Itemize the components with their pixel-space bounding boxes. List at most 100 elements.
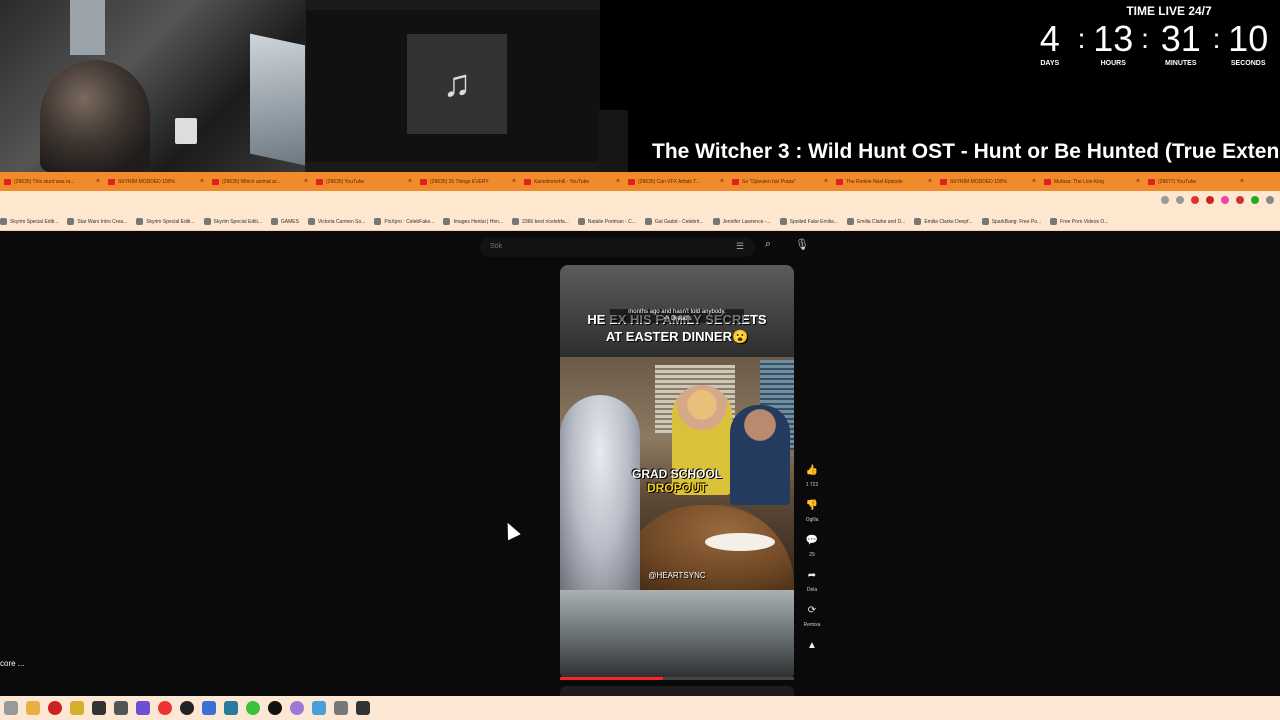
extension-icon[interactable] — [1221, 196, 1229, 204]
comment-icon[interactable]: 💬 — [804, 533, 820, 549]
browser-tab[interactable]: Mufasa: The Lion King × — [1040, 172, 1144, 191]
app-icon[interactable] — [290, 701, 304, 715]
bookmark-item[interactable]: Gal Gadot - Celebrit... — [644, 218, 704, 225]
app-icon[interactable] — [26, 701, 40, 715]
bookmark-item[interactable]: Free Porn Videos O... — [1050, 218, 1108, 225]
extension-icon[interactable] — [1161, 196, 1169, 204]
settings-icon[interactable] — [334, 701, 348, 715]
bookmark-label: Emilia Clarke and D... — [856, 218, 906, 225]
app-icon[interactable] — [180, 701, 194, 715]
action-label: Ogilla — [805, 517, 819, 523]
tab-close-icon[interactable]: × — [512, 178, 516, 185]
browser-tab[interactable]: (29635) Can VFX Artists T... × — [624, 172, 728, 191]
tab-close-icon[interactable]: × — [304, 178, 308, 185]
thumbs-down-icon[interactable]: 👎 — [804, 498, 820, 514]
browser-tab[interactable]: Se "Djävulen bär Prada" × — [728, 172, 832, 191]
browser-tab[interactable]: (29635) 25 Things EVERY × — [416, 172, 520, 191]
app-icon[interactable] — [136, 701, 150, 715]
bookmark-item[interactable]: Victoria Carmen So... — [307, 218, 365, 225]
folder-icon[interactable] — [70, 701, 84, 715]
action-thumbs-down[interactable]: 👎 Ogilla — [800, 498, 824, 523]
action-share[interactable]: ➦ Dela — [800, 568, 824, 593]
search-icon[interactable]: ⌕ — [758, 238, 778, 256]
app-icon[interactable] — [312, 701, 326, 715]
bookmark-item[interactable]: Emilia Clarke Deepf... — [914, 218, 973, 225]
bookmark-favicon-icon — [136, 218, 144, 225]
bookmark-item[interactable]: Images Hentai | Hen... — [443, 218, 503, 225]
tab-close-icon[interactable]: × — [1240, 178, 1244, 185]
star-icon[interactable] — [1176, 196, 1184, 204]
start-icon[interactable] — [4, 701, 18, 715]
app-icon[interactable] — [224, 701, 238, 715]
timer-hours-label: HOURS — [1100, 60, 1126, 67]
bookmark-item[interactable]: Natalie Portman - C... — [577, 218, 636, 225]
bookmark-item[interactable]: GAMES — [270, 218, 299, 225]
browser-tab[interactable]: (29677) YouTube × — [1144, 172, 1248, 191]
app-icon[interactable] — [202, 701, 216, 715]
bookmark-item[interactable]: Skyrim Special Editi... — [136, 218, 195, 225]
download-icon[interactable] — [1251, 196, 1259, 204]
app-icon[interactable] — [92, 701, 106, 715]
menu-icon[interactable] — [1266, 196, 1274, 204]
bookmark-favicon-icon — [270, 218, 278, 225]
timer-minutes: 31 MINUTES — [1151, 20, 1211, 68]
tab-close-icon[interactable]: × — [408, 178, 412, 185]
browser-tab[interactable]: SKYRIM MODDED 100% × — [104, 172, 208, 191]
tab-close-icon[interactable]: × — [1136, 178, 1140, 185]
bookmark-item[interactable]: Emilia Clarke and D... — [846, 218, 906, 225]
media-titlebar — [306, 0, 600, 10]
channel-avatar-icon[interactable]: ▲ — [804, 638, 820, 654]
app-icon[interactable] — [356, 701, 370, 715]
tab-close-icon[interactable]: × — [928, 178, 932, 185]
bookmark-item[interactable]: 2366 best r/celebfa... — [512, 218, 569, 225]
app-icon[interactable] — [246, 701, 260, 715]
browser-tab[interactable]: Kanelimmehill - YouTube × — [520, 172, 624, 191]
bookmark-item[interactable]: Skyrim Special Editi... — [0, 218, 58, 225]
tab-favicon-icon — [940, 178, 947, 185]
tab-close-icon[interactable]: × — [720, 178, 724, 185]
mic-icon[interactable]: 🎙 — [794, 238, 810, 256]
action-remix[interactable]: ⟳ Remixa — [800, 603, 824, 628]
next-short-preview[interactable] — [560, 686, 794, 696]
browser-tab[interactable]: SKYRIM MODDED 100% × — [936, 172, 1040, 191]
timer-separator: : — [1212, 23, 1221, 54]
tab-title: (29635) Can VFX Artists T... — [638, 178, 700, 185]
browser-tab[interactable]: (29635) This stunt was ra... × — [0, 172, 104, 191]
tab-close-icon[interactable]: × — [616, 178, 620, 185]
bookmark-item[interactable]: Star Wars Intro Crea... — [67, 218, 127, 225]
tab-close-icon[interactable]: × — [200, 178, 204, 185]
short-video-player[interactable]: HE EX HIS FAMILY SECRETS AT EASTER DINNE… — [560, 265, 794, 680]
search-input[interactable]: Sök — [480, 237, 755, 257]
bookmark-item[interactable]: Skyrim Special Editi... — [203, 218, 262, 225]
app-icon[interactable] — [268, 701, 282, 715]
clear-icon[interactable]: ☰ — [736, 241, 746, 251]
opera-icon[interactable] — [158, 701, 172, 715]
browser-tab[interactable]: (29635) YouTube × — [312, 172, 416, 191]
tab-close-icon[interactable]: × — [96, 178, 100, 185]
tab-close-icon[interactable]: × — [824, 178, 828, 185]
bookmark-item[interactable]: Spoiled Fake Emilia... — [779, 218, 838, 225]
bookmark-favicon-icon — [67, 218, 75, 225]
remix-icon[interactable]: ⟳ — [804, 603, 820, 619]
share-icon[interactable]: ➦ — [804, 568, 820, 584]
browser-tab[interactable]: The Rookie Next Episode × — [832, 172, 936, 191]
app-icon[interactable] — [114, 701, 128, 715]
tab-close-icon[interactable]: × — [1032, 178, 1036, 185]
video-progress-fill — [560, 677, 663, 680]
bookmark-item[interactable]: SparkBang: Free Po... — [981, 218, 1041, 225]
action-comment[interactable]: 💬 29 — [800, 533, 824, 558]
stream-overlay: ♫ The Witcher 3 : Wild Hunt OST - Hunt o… — [0, 0, 1280, 172]
action-thumbs-up[interactable]: 👍 1 722 — [800, 463, 824, 488]
video-progress-bar[interactable] — [560, 677, 794, 680]
app-icon[interactable] — [48, 701, 62, 715]
thumbs-up-icon[interactable]: 👍 — [804, 463, 820, 479]
action-channel-avatar[interactable]: ▲ — [800, 638, 824, 654]
bookmark-item[interactable]: PixXpro : CelebFake... — [374, 218, 434, 225]
extension-icon[interactable] — [1191, 196, 1199, 204]
bookmark-favicon-icon — [443, 218, 451, 225]
extension-icon[interactable] — [1206, 196, 1214, 204]
timer-separator: : — [1077, 23, 1086, 54]
browser-tab[interactable]: (29635) Which animal ar... × — [208, 172, 312, 191]
extension-icon[interactable] — [1236, 196, 1244, 204]
bookmark-item[interactable]: Jennifer Lawrence -... — [712, 218, 771, 225]
